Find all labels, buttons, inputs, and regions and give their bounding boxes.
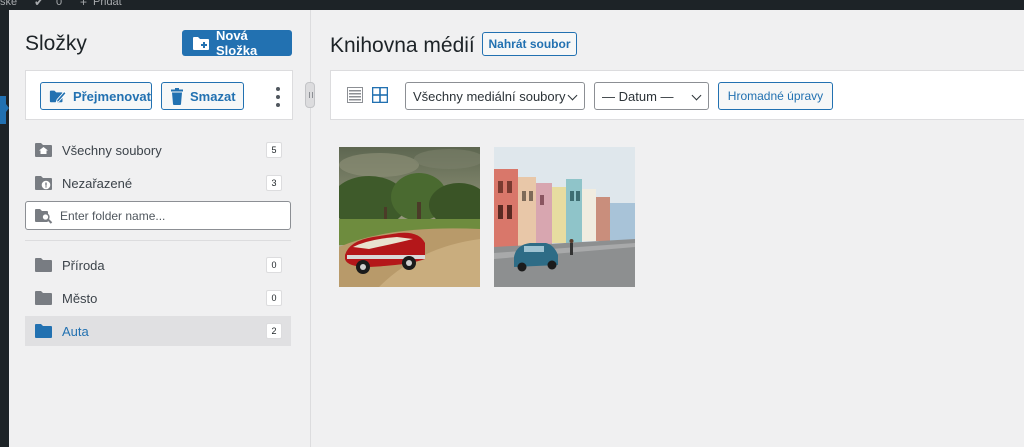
- comments-count[interactable]: 0: [56, 0, 62, 8]
- folder-count-badge: 0: [266, 290, 282, 306]
- folder-item-uncategorized[interactable]: Nezařazené 3: [25, 168, 291, 198]
- admin-bar-site-name[interactable]: ské: [0, 0, 17, 8]
- folder-search-field[interactable]: [25, 201, 291, 230]
- media-thumbnail-image: [339, 147, 480, 287]
- folder-icon: [35, 258, 52, 272]
- media-type-filter[interactable]: Všechny mediální soubory: [405, 82, 585, 110]
- delete-button[interactable]: Smazat: [161, 82, 244, 110]
- folder-search-icon: [35, 209, 53, 224]
- folder-count-badge: 3: [266, 175, 282, 191]
- admin-menu-edge: [0, 10, 9, 447]
- folder-label: Všechny soubory: [62, 143, 162, 158]
- folders-title: Složky: [25, 32, 87, 55]
- date-filter[interactable]: — Datum —: [594, 82, 709, 110]
- folder-icon: [35, 291, 52, 305]
- new-folder-button[interactable]: Nová Složka: [182, 28, 292, 58]
- media-thumbnail-red-convertible[interactable]: [339, 147, 480, 287]
- folder-search-input[interactable]: [60, 207, 280, 225]
- media-thumbnail-street-car[interactable]: [494, 147, 635, 287]
- folder-count-badge: 0: [266, 257, 282, 273]
- folder-count-badge: 2: [266, 323, 282, 339]
- date-filter-value: — Datum —: [602, 88, 674, 104]
- delete-label: Smazat: [190, 88, 236, 104]
- rename-button[interactable]: Přejmenovat: [40, 82, 152, 110]
- admin-bar-new[interactable]: Přidat: [93, 0, 122, 8]
- plus-icon[interactable]: +: [80, 0, 87, 9]
- folder-label: Auta: [62, 324, 89, 339]
- comments-icon[interactable]: ✔: [34, 0, 44, 9]
- admin-menu-current-arrow: [3, 100, 9, 116]
- more-options-icon[interactable]: [274, 87, 282, 107]
- folder-item-auta[interactable]: Auta 2: [25, 316, 291, 346]
- folder-icon: [35, 324, 52, 338]
- folder-sidebar: Složky Nová Složka Přejmenovat Smazat Vš…: [9, 10, 311, 447]
- chevron-down-icon: [691, 90, 702, 101]
- admin-bar: ské ✔ 0 + Přidat: [0, 0, 1024, 10]
- folder-count-badge: 5: [266, 142, 282, 158]
- media-thumbnail-image: [494, 147, 635, 287]
- new-folder-label: Nová Složka: [216, 28, 258, 58]
- grid-view-icon[interactable]: [372, 87, 388, 103]
- folder-item-all-files[interactable]: Všechny soubory 5: [25, 135, 291, 165]
- list-view-icon[interactable]: [347, 87, 363, 103]
- rename-folder-icon: [49, 90, 67, 103]
- sidebar-divider: [25, 240, 291, 241]
- home-folder-icon: [35, 143, 52, 157]
- folder-label: Příroda: [62, 258, 105, 273]
- bulk-edit-button[interactable]: Hromadné úpravy: [718, 82, 833, 110]
- folder-label: Město: [62, 291, 98, 306]
- folder-toolbox: Přejmenovat Smazat: [25, 70, 293, 120]
- chevron-down-icon: [567, 90, 578, 101]
- folder-label: Nezařazené: [62, 176, 133, 191]
- media-type-filter-value: Všechny mediální soubory: [413, 88, 566, 104]
- new-folder-icon: [193, 36, 209, 50]
- folder-item-priroda[interactable]: Příroda 0: [25, 250, 291, 280]
- uncategorized-folder-icon: [35, 176, 52, 190]
- trash-icon: [171, 87, 183, 105]
- rename-label: Přejmenovat: [72, 88, 151, 104]
- upload-file-button[interactable]: Nahrát soubor: [482, 32, 577, 56]
- page-title: Knihovna médií: [330, 34, 475, 57]
- media-toolbar: Všechny mediální soubory — Datum — Hroma…: [330, 70, 1024, 120]
- media-library: Knihovna médií Nahrát soubor Všechny med…: [312, 10, 1024, 447]
- folder-item-mesto[interactable]: Město 0: [25, 283, 291, 313]
